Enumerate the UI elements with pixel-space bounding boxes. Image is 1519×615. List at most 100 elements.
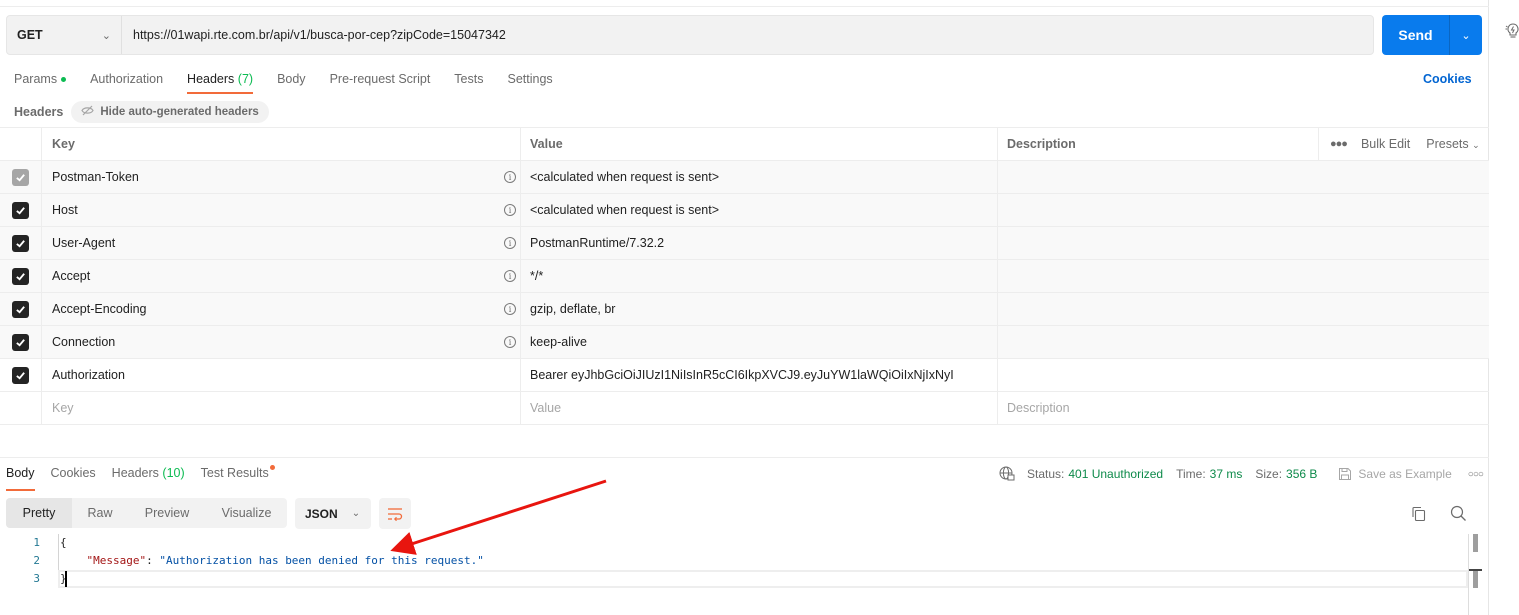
postman-request-panel: GET ⌄ https://01wapi.rte.com.br/api/v1/b… <box>0 0 1489 615</box>
copy-icon[interactable] <box>1410 506 1426 522</box>
more-options-icon[interactable]: ○○○ <box>1468 469 1484 480</box>
response-code-editor[interactable]: 1 2 3 { "Message": "Authorization has be… <box>0 534 1470 594</box>
row-checkbox[interactable] <box>12 300 29 318</box>
send-options-chevron-icon[interactable]: ⌄ <box>1449 15 1482 55</box>
row-key-text: Host <box>52 203 78 217</box>
scrollbar-thumb[interactable] <box>1473 571 1478 588</box>
row-key[interactable]: Accept-Encoding i <box>42 293 521 325</box>
send-button[interactable]: Send <box>1382 15 1449 55</box>
presets-dropdown[interactable]: Presets ⌄ <box>1426 137 1479 151</box>
info-icon[interactable]: i <box>504 270 516 282</box>
test-results-indicator-dot <box>269 465 275 470</box>
view-visualize[interactable]: Visualize <box>206 498 287 528</box>
json-colon: : <box>146 554 160 567</box>
size-value[interactable]: 356 B <box>1286 467 1317 481</box>
info-icon[interactable]: i <box>504 237 516 249</box>
row-key[interactable]: Connection i <box>42 326 521 358</box>
header-checkbox-cell <box>0 128 42 160</box>
tab-pre-request-script[interactable]: Pre-request Script <box>330 66 431 94</box>
row-description[interactable] <box>998 359 1489 391</box>
response-tab-headers[interactable]: Headers (10) <box>112 466 185 491</box>
row-value[interactable]: PostmanRuntime/7.32.2 <box>521 227 998 259</box>
row-value[interactable]: gzip, deflate, br <box>521 293 998 325</box>
table-row: Authorization Bearer eyJhbGciOiJIUzI1NiI… <box>0 359 1489 392</box>
row-key[interactable]: Authorization <box>42 359 521 391</box>
row-key[interactable]: Host i <box>42 194 521 226</box>
json-key: "Message" <box>86 554 147 567</box>
network-globe-lock-icon[interactable] <box>999 466 1015 482</box>
new-description-input[interactable]: Description <box>998 392 1489 424</box>
view-raw[interactable]: Raw <box>72 498 128 528</box>
tab-tests[interactable]: Tests <box>454 66 483 94</box>
row-value[interactable]: <calculated when request is sent> <box>521 194 998 226</box>
row-key[interactable]: Postman-Token i <box>42 161 521 193</box>
column-header-key: Key <box>42 128 521 160</box>
table-row: Accept i */* <box>0 260 1489 293</box>
method-select[interactable]: GET ⌄ <box>7 16 122 54</box>
row-key[interactable]: Accept i <box>42 260 521 292</box>
cookies-link[interactable]: Cookies <box>1423 72 1472 86</box>
row-description[interactable] <box>998 161 1489 193</box>
row-description[interactable] <box>998 326 1489 358</box>
row-checkbox[interactable] <box>12 333 29 351</box>
table-header-row: Key Value Description ●●● Bulk Edit Pres… <box>0 128 1489 161</box>
tab-headers-label: Headers <box>187 72 235 86</box>
save-as-example-button[interactable]: Save as Example <box>1338 467 1452 481</box>
check-icon <box>16 338 25 347</box>
row-description[interactable] <box>998 194 1489 226</box>
search-icon[interactable] <box>1450 505 1467 522</box>
row-key[interactable]: User-Agent i <box>42 227 521 259</box>
tab-params[interactable]: Params <box>14 66 67 94</box>
presets-label: Presets <box>1426 137 1469 151</box>
lightbulb-icon[interactable] <box>1505 22 1519 40</box>
info-icon[interactable]: i <box>504 171 516 183</box>
response-tab-test-results-label: Test Results <box>200 466 269 480</box>
row-checkbox[interactable] <box>12 366 29 384</box>
new-key-input[interactable]: Key <box>42 392 521 424</box>
tab-authorization[interactable]: Authorization <box>90 66 163 94</box>
text-caret <box>65 571 67 587</box>
response-divider[interactable] <box>0 457 1489 458</box>
status-value[interactable]: 401 Unauthorized <box>1068 467 1163 481</box>
url-input[interactable]: https://01wapi.rte.com.br/api/v1/busca-p… <box>122 28 506 42</box>
row-value[interactable]: keep-alive <box>521 326 998 358</box>
tab-settings[interactable]: Settings <box>507 66 552 94</box>
bulk-edit-button[interactable]: Bulk Edit <box>1361 137 1410 151</box>
more-options-icon[interactable]: ●●● <box>1330 138 1348 150</box>
info-icon[interactable]: i <box>504 303 516 315</box>
response-tab-body[interactable]: Body <box>6 466 35 491</box>
info-icon[interactable]: i <box>504 204 516 216</box>
row-description[interactable] <box>998 293 1489 325</box>
response-tab-test-results[interactable]: Test Results <box>200 465 275 491</box>
check-icon <box>16 239 25 248</box>
row-key-text: User-Agent <box>52 236 116 250</box>
new-value-input[interactable]: Value <box>521 392 998 424</box>
row-checkbox[interactable] <box>12 234 29 252</box>
wrap-lines-button[interactable] <box>379 498 411 529</box>
tab-body[interactable]: Body <box>277 66 306 94</box>
format-select[interactable]: JSON ⌄ <box>295 498 371 529</box>
info-icon[interactable]: i <box>504 336 516 348</box>
response-tab-headers-label: Headers <box>111 466 159 480</box>
url-bar: GET ⌄ https://01wapi.rte.com.br/api/v1/b… <box>6 15 1374 55</box>
time-value[interactable]: 37 ms <box>1210 467 1243 481</box>
response-tab-cookies[interactable]: Cookies <box>51 466 96 491</box>
row-checkbox[interactable] <box>12 267 29 285</box>
row-value[interactable]: Bearer eyJhbGciOiJIUzI1NiIsInR5cCI6IkpXV… <box>521 359 998 391</box>
view-preview[interactable]: Preview <box>128 498 206 528</box>
row-checkbox-cell <box>0 392 42 424</box>
row-checkbox[interactable] <box>12 168 29 186</box>
row-value[interactable]: <calculated when request is sent> <box>521 161 998 193</box>
method-label: GET <box>17 28 43 42</box>
row-description[interactable] <box>998 260 1489 292</box>
scrollbar-thumb[interactable] <box>1473 534 1478 552</box>
chevron-down-icon: ⌄ <box>351 508 361 519</box>
check-icon <box>16 173 25 182</box>
row-description[interactable] <box>998 227 1489 259</box>
tab-headers[interactable]: Headers (7) <box>187 66 254 94</box>
view-pretty[interactable]: Pretty <box>6 498 72 528</box>
row-value[interactable]: */* <box>521 260 998 292</box>
row-checkbox[interactable] <box>12 201 29 219</box>
hide-auto-headers-button[interactable]: Hide auto-generated headers <box>71 101 269 123</box>
tab-tests-label: Tests <box>454 72 484 86</box>
